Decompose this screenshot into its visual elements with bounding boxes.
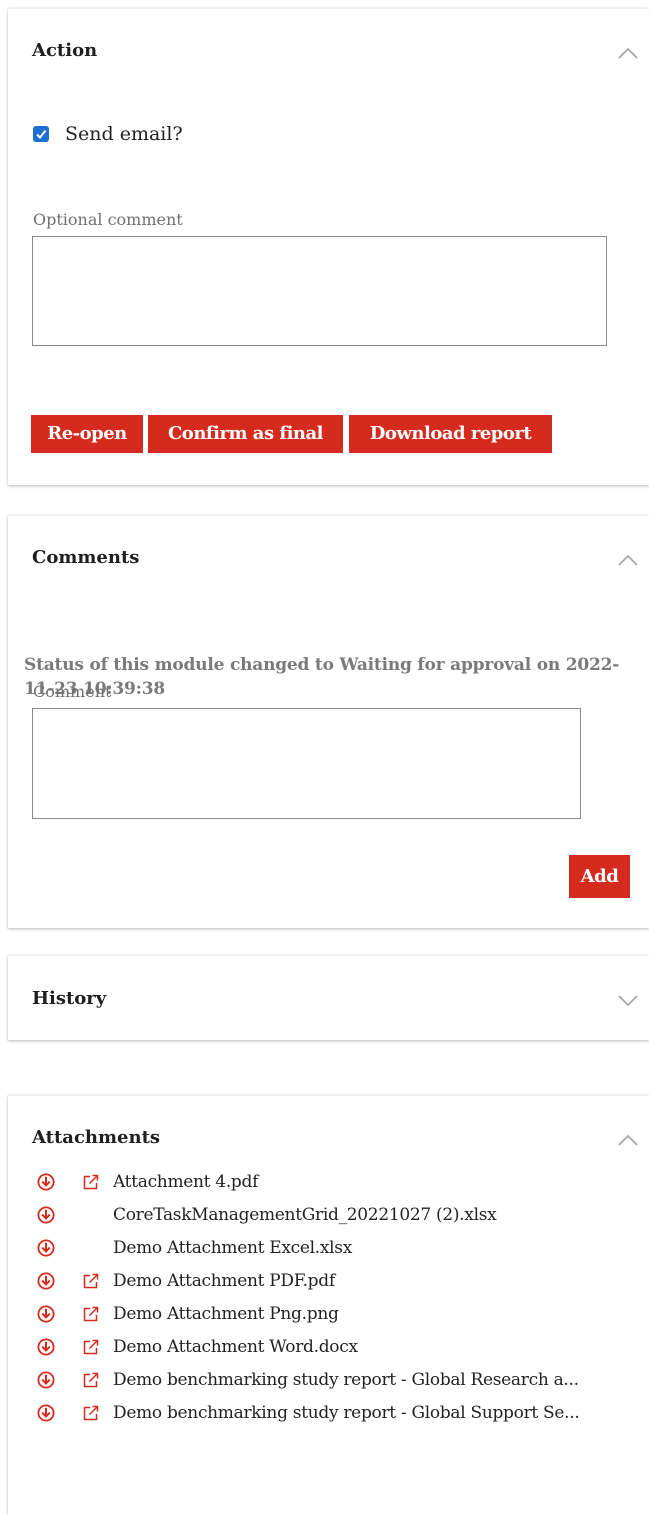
comment-field[interactable] bbox=[32, 708, 581, 819]
attachment-name[interactable]: Demo benchmarking study report - Global … bbox=[113, 1370, 579, 1390]
download-circle-icon[interactable] bbox=[37, 1239, 55, 1257]
attachment-name[interactable]: CoreTaskManagementGrid_20221027 (2).xlsx bbox=[113, 1205, 497, 1225]
download-circle-icon[interactable] bbox=[37, 1272, 55, 1290]
chevron-up-icon[interactable] bbox=[617, 46, 639, 60]
download-circle-icon[interactable] bbox=[37, 1173, 55, 1191]
history-panel[interactable]: History bbox=[8, 955, 649, 1040]
attachment-name[interactable]: Demo Attachment PDF.pdf bbox=[113, 1271, 335, 1291]
reopen-button[interactable]: Re-open bbox=[31, 415, 143, 453]
attachment-item: Demo benchmarking study report - Global … bbox=[0, 1398, 649, 1431]
attachment-name[interactable]: Demo Attachment Png.png bbox=[113, 1304, 339, 1324]
download-circle-icon[interactable] bbox=[37, 1206, 55, 1224]
attachment-name[interactable]: Demo benchmarking study report - Global … bbox=[113, 1403, 580, 1423]
attachment-item: Demo Attachment PDF.pdf bbox=[0, 1266, 649, 1299]
external-link-icon[interactable] bbox=[82, 1174, 99, 1191]
optional-comment-label: Optional comment bbox=[33, 210, 183, 229]
attachment-item: Demo benchmarking study report - Global … bbox=[0, 1365, 649, 1398]
add-comment-button[interactable]: Add bbox=[569, 855, 630, 898]
attachment-name[interactable]: Demo Attachment Excel.xlsx bbox=[113, 1238, 352, 1258]
external-link-icon[interactable] bbox=[82, 1405, 99, 1422]
external-link-icon[interactable] bbox=[82, 1273, 99, 1290]
optional-comment-field[interactable] bbox=[32, 236, 607, 346]
attachment-item: Demo Attachment Word.docx bbox=[0, 1332, 649, 1365]
chevron-down-icon[interactable] bbox=[617, 994, 639, 1008]
attachment-item: CoreTaskManagementGrid_20221027 (2).xlsx bbox=[0, 1200, 649, 1233]
download-circle-icon[interactable] bbox=[37, 1404, 55, 1422]
download-circle-icon[interactable] bbox=[37, 1305, 55, 1323]
download-circle-icon[interactable] bbox=[37, 1338, 55, 1356]
confirm-as-final-button[interactable]: Confirm as final bbox=[148, 415, 343, 453]
external-link-icon[interactable] bbox=[82, 1372, 99, 1389]
download-report-button[interactable]: Download report bbox=[349, 415, 552, 453]
comments-title: Comments bbox=[32, 547, 140, 568]
attachments-title: Attachments bbox=[32, 1127, 161, 1148]
send-email-label[interactable]: Send email? bbox=[65, 123, 183, 145]
attachment-list: Attachment 4.pdf CoreTaskManagementGrid_2… bbox=[0, 1167, 649, 1431]
external-link-icon[interactable] bbox=[82, 1339, 99, 1356]
chevron-up-icon[interactable] bbox=[617, 553, 639, 567]
action-panel: Action Send email? Optional comment Re-o… bbox=[8, 8, 649, 485]
status-change-message: Status of this module changed to Waiting… bbox=[24, 655, 620, 699]
action-title: Action bbox=[32, 40, 98, 61]
attachment-item: Attachment 4.pdf bbox=[0, 1167, 649, 1200]
external-link-icon[interactable] bbox=[82, 1306, 99, 1323]
attachment-name[interactable]: Demo Attachment Word.docx bbox=[113, 1337, 358, 1357]
attachment-item: Demo Attachment Png.png bbox=[0, 1299, 649, 1332]
send-email-checkbox[interactable] bbox=[33, 126, 49, 142]
download-circle-icon[interactable] bbox=[37, 1371, 55, 1389]
attachment-item: Demo Attachment Excel.xlsx bbox=[0, 1233, 649, 1266]
attachment-name[interactable]: Attachment 4.pdf bbox=[113, 1172, 258, 1192]
history-title: History bbox=[32, 988, 107, 1009]
chevron-up-icon[interactable] bbox=[617, 1133, 639, 1147]
comment-label: Comment bbox=[33, 682, 112, 701]
